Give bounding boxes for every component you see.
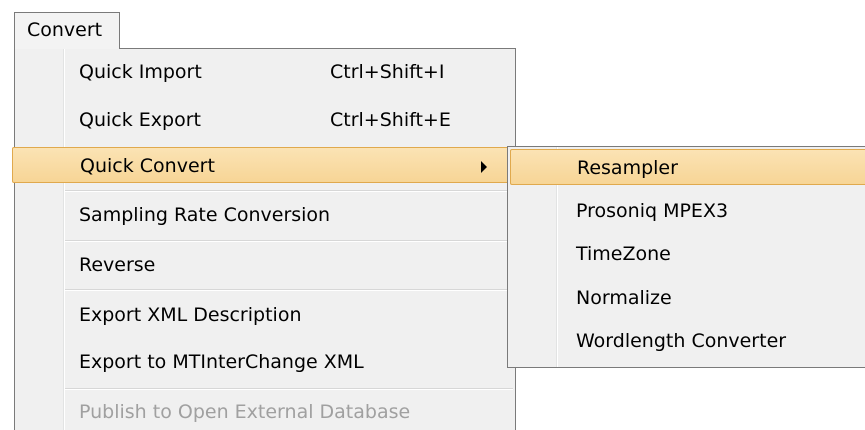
submenu-item-label: TimeZone (576, 243, 671, 265)
menu-item-quick-export[interactable]: Quick Export Ctrl+Shift+E (17, 102, 513, 138)
menu-item-publish-to-open-external-database: Publish to Open External Database (17, 394, 513, 430)
menu-item-shortcut: Ctrl+Shift+I (330, 61, 445, 83)
submenu-item-label: Normalize (576, 287, 672, 309)
menu-convert[interactable]: Convert (14, 12, 120, 49)
menu-item-quick-convert[interactable]: Quick Convert (12, 147, 512, 183)
submenu-item-wordlength-converter[interactable]: Wordlength Converter (510, 323, 865, 359)
menu-convert-label: Convert (27, 19, 103, 41)
menu-item-quick-import[interactable]: Quick Import Ctrl+Shift+I (17, 54, 513, 90)
menu-item-sampling-rate-conversion[interactable]: Sampling Rate Conversion (17, 197, 513, 233)
menu-item-label: Publish to Open External Database (79, 401, 411, 423)
menu-item-label: Quick Convert (80, 155, 215, 177)
menu-item-label: Quick Import (79, 61, 202, 83)
submenu-item-resampler[interactable]: Resampler (510, 149, 865, 185)
quick-convert-submenu: Resampler Prosoniq MPEX3 TimeZone Normal… (507, 146, 865, 368)
submenu-item-timezone[interactable]: TimeZone (510, 236, 865, 272)
menu-item-label: Quick Export (79, 109, 201, 131)
menu-item-export-to-mtinterchange-xml[interactable]: Export to MTInterChange XML (17, 344, 513, 380)
submenu-item-prosoniq-mpex3[interactable]: Prosoniq MPEX3 (510, 193, 865, 229)
convert-dropdown-menu: Quick Import Ctrl+Shift+I Quick Export C… (12, 48, 516, 430)
app-root: Convert Quick Import Ctrl+Shift+I Quick … (0, 0, 865, 430)
menu-item-label: Export to MTInterChange XML (79, 351, 364, 373)
submenu-item-normalize[interactable]: Normalize (510, 280, 865, 316)
menu-separator (65, 289, 513, 291)
menu-separator (65, 388, 513, 390)
menu-item-reverse[interactable]: Reverse (17, 247, 513, 283)
menu-item-label: Sampling Rate Conversion (79, 204, 331, 226)
menu-separator (65, 240, 513, 242)
menu-item-export-xml-description[interactable]: Export XML Description (17, 297, 513, 333)
menu-separator (65, 190, 513, 192)
submenu-item-label: Resampler (577, 157, 678, 179)
submenu-arrow-icon (481, 161, 487, 173)
menu-item-label: Reverse (79, 254, 156, 276)
submenu-item-label: Wordlength Converter (576, 330, 787, 352)
menu-item-label: Export XML Description (79, 304, 302, 326)
menu-item-shortcut: Ctrl+Shift+E (330, 109, 451, 131)
submenu-item-label: Prosoniq MPEX3 (576, 200, 729, 222)
